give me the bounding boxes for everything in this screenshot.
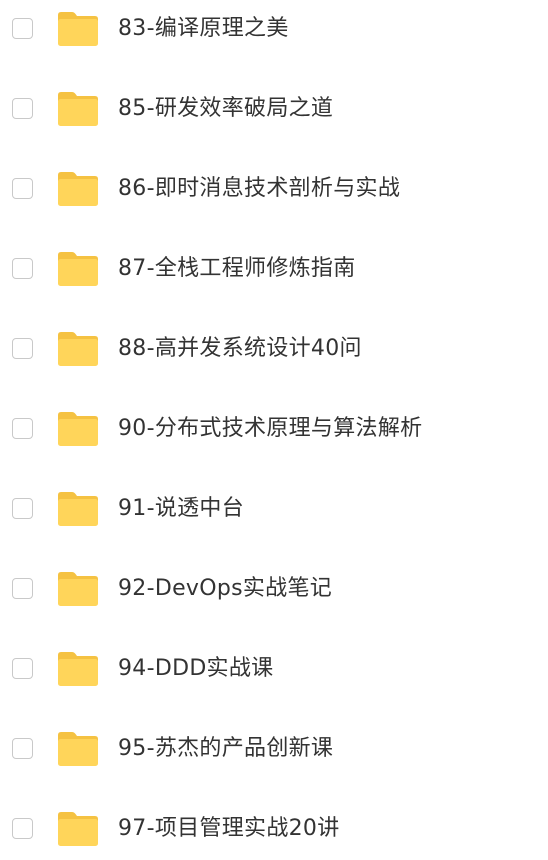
list-item[interactable]: 87-全栈工程师修炼指南 <box>0 240 548 300</box>
list-item[interactable]: 91-说透中台 <box>0 480 548 540</box>
file-name[interactable]: 90-分布式技术原理与算法解析 <box>118 414 422 444</box>
file-name[interactable]: 95-苏杰的产品创新课 <box>118 734 333 764</box>
folder-icon <box>58 652 98 686</box>
folder-icon <box>58 252 98 286</box>
select-checkbox[interactable] <box>12 498 33 519</box>
file-name[interactable]: 86-即时消息技术剖析与实战 <box>118 174 400 204</box>
select-checkbox[interactable] <box>12 418 33 439</box>
select-checkbox[interactable] <box>12 738 33 759</box>
file-name[interactable]: 94-DDD实战课 <box>118 654 273 684</box>
select-checkbox[interactable] <box>12 338 33 359</box>
folder-icon <box>58 812 98 846</box>
list-item[interactable]: 97-项目管理实战20讲 <box>0 800 548 860</box>
folder-icon <box>58 572 98 606</box>
list-item[interactable]: 90-分布式技术原理与算法解析 <box>0 400 548 460</box>
folder-icon <box>58 332 98 366</box>
select-checkbox[interactable] <box>12 18 33 39</box>
select-checkbox[interactable] <box>12 178 33 199</box>
list-item[interactable]: 94-DDD实战课 <box>0 640 548 700</box>
list-item[interactable]: 92-DevOps实战笔记 <box>0 560 548 620</box>
file-name[interactable]: 85-研发效率破局之道 <box>118 94 333 124</box>
file-name[interactable]: 97-项目管理实战20讲 <box>118 814 340 844</box>
folder-icon <box>58 92 98 126</box>
folder-icon <box>58 492 98 526</box>
file-name[interactable]: 83-编译原理之美 <box>118 14 289 44</box>
select-checkbox[interactable] <box>12 258 33 279</box>
list-item[interactable]: 86-即时消息技术剖析与实战 <box>0 160 548 220</box>
select-checkbox[interactable] <box>12 578 33 599</box>
list-item[interactable]: 85-研发效率破局之道 <box>0 80 548 140</box>
select-checkbox[interactable] <box>12 98 33 119</box>
folder-icon <box>58 12 98 46</box>
list-item[interactable]: 83-编译原理之美 <box>0 0 548 60</box>
list-item[interactable]: 95-苏杰的产品创新课 <box>0 720 548 780</box>
file-name[interactable]: 87-全栈工程师修炼指南 <box>118 254 356 284</box>
folder-icon <box>58 172 98 206</box>
list-item[interactable]: 88-高并发系统设计40问 <box>0 320 548 380</box>
file-name[interactable]: 88-高并发系统设计40问 <box>118 334 362 364</box>
select-checkbox[interactable] <box>12 658 33 679</box>
file-name[interactable]: 92-DevOps实战笔记 <box>118 574 332 604</box>
select-checkbox[interactable] <box>12 818 33 839</box>
file-list: 83-编译原理之美 85-研发效率破局之道 86-即时消息技术剖析与实战 87-… <box>0 0 548 860</box>
folder-icon <box>58 732 98 766</box>
file-name[interactable]: 91-说透中台 <box>118 494 244 524</box>
folder-icon <box>58 412 98 446</box>
